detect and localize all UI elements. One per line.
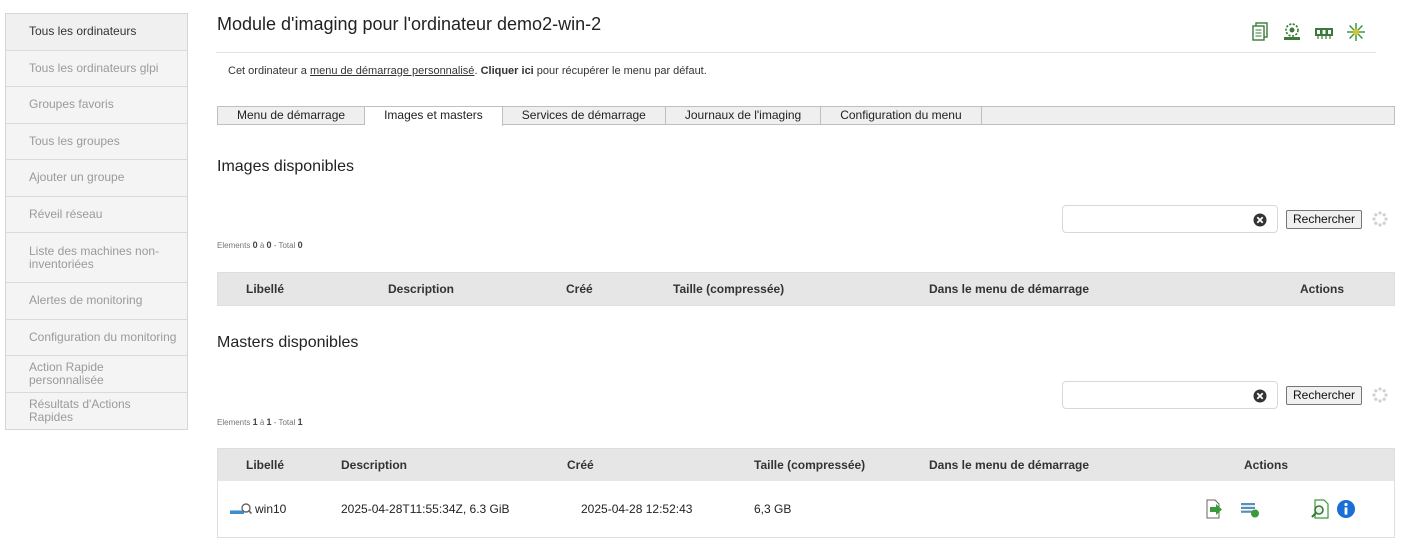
reset-menu-link[interactable]: Cliquer ici bbox=[481, 65, 534, 77]
tab-images-masters[interactable]: Images et masters bbox=[365, 107, 503, 126]
page-title: Module d'imaging pour l'ordinateur demo2… bbox=[217, 14, 602, 34]
col-created: Créé bbox=[566, 282, 593, 296]
images-search-button[interactable]: Rechercher bbox=[1286, 209, 1363, 229]
sidebar-item-all-computers[interactable]: Tous les ordinateurs bbox=[6, 14, 187, 51]
network-settings-icon[interactable] bbox=[1282, 22, 1302, 42]
col-description: Description bbox=[388, 282, 455, 296]
sidebar-item-label: Configuration du monitoring bbox=[29, 329, 177, 344]
sidebar-item-all-groups[interactable]: Tous les groupes bbox=[6, 124, 187, 160]
sidebar-item-monitoring-config[interactable]: Configuration du monitoring bbox=[6, 320, 187, 356]
sidebar: Tous les ordinateurs Tous les ordinateur… bbox=[5, 13, 188, 430]
col-size: Taille (compressée) bbox=[673, 282, 785, 296]
memory-icon[interactable] bbox=[1314, 22, 1334, 42]
sidebar-item-label: Résultats d'Actions Rapides bbox=[29, 396, 131, 424]
col-actions: Actions bbox=[1300, 282, 1345, 296]
masters-search: Rechercher bbox=[1062, 381, 1388, 409]
col-in-boot-menu: Dans le menu de démarrage bbox=[929, 458, 1090, 472]
master-disk-icon bbox=[230, 503, 252, 515]
imaging-spark-icon[interactable] bbox=[1346, 22, 1366, 42]
col-label: Libellé bbox=[246, 458, 285, 472]
view-details-icon[interactable] bbox=[1310, 499, 1330, 519]
sidebar-item-label: Ajouter un groupe bbox=[29, 170, 125, 185]
sidebar-item-quick-action-results[interactable]: Résultats d'Actions Rapides bbox=[6, 393, 187, 430]
sidebar-item-label: Action Rapide personnalisée bbox=[29, 359, 104, 387]
images-search: Rechercher bbox=[1062, 205, 1388, 233]
col-in-boot-menu: Dans le menu de démarrage bbox=[929, 282, 1090, 296]
loading-spinner-icon bbox=[1372, 387, 1388, 403]
sidebar-item-custom-quick-action[interactable]: Action Rapide personnalisée bbox=[6, 356, 187, 393]
sidebar-item-monitoring-alerts[interactable]: Alertes de monitoring bbox=[6, 283, 187, 320]
sidebar-item-wake-on-lan[interactable]: Réveil réseau bbox=[6, 197, 187, 233]
col-description: Description bbox=[341, 458, 408, 472]
masters-search-button[interactable]: Rechercher bbox=[1286, 385, 1363, 405]
col-size: Taille (compressée) bbox=[754, 458, 866, 472]
sidebar-item-label: Tous les groupes bbox=[29, 133, 120, 148]
tab-bar: Menu de démarrage Images et masters Serv… bbox=[217, 106, 1395, 126]
sidebar-item-label: Alertes de monitoring bbox=[29, 293, 143, 308]
master-created: 2025-04-28 12:52:43 bbox=[581, 502, 693, 516]
col-label: Libellé bbox=[246, 282, 285, 296]
sidebar-item-label: Réveil réseau bbox=[29, 206, 103, 221]
custom-menu-notice: Cet ordinateur a menu de démarrage perso… bbox=[228, 65, 707, 77]
sidebar-item-all-computers-glpi[interactable]: Tous les ordinateurs glpi bbox=[6, 51, 187, 87]
tab-menu-config[interactable]: Configuration du menu bbox=[821, 107, 982, 124]
master-label[interactable]: win10 bbox=[255, 481, 286, 537]
sidebar-item-label: Liste des machines non-inventoriées bbox=[29, 243, 160, 271]
clear-search-icon[interactable] bbox=[1253, 213, 1267, 227]
images-pagination-info: Elements 0 à 0 - Total 0 bbox=[217, 240, 303, 250]
sidebar-item-label: Tous les ordinateurs bbox=[29, 24, 137, 39]
masters-search-input[interactable] bbox=[1063, 382, 1243, 408]
images-table: Libellé Description Créé Taille (compres… bbox=[217, 272, 1395, 306]
add-to-boot-menu-icon[interactable] bbox=[1204, 499, 1224, 519]
main-content: Module d'imaging pour l'ordinateur demo2… bbox=[216, 0, 1396, 560]
masters-search-box bbox=[1062, 381, 1278, 409]
add-to-menu-list-icon[interactable] bbox=[1240, 499, 1260, 519]
table-header: Libellé Description Créé Taille (compres… bbox=[218, 273, 1394, 305]
images-search-input[interactable] bbox=[1063, 206, 1243, 232]
master-description: 2025-04-28T11:55:34Z, 6.3 GiB bbox=[341, 502, 510, 516]
sidebar-item-label: Tous les ordinateurs glpi bbox=[29, 60, 159, 75]
sidebar-item-uninventoried-machines[interactable]: Liste des machines non-inventoriées bbox=[6, 233, 187, 283]
table-row: win10 2025-04-28T11:55:34Z, 6.3 GiB 2025… bbox=[218, 481, 1394, 537]
tab-boot-services[interactable]: Services de démarrage bbox=[503, 107, 666, 124]
info-icon[interactable] bbox=[1336, 499, 1356, 519]
documents-icon[interactable] bbox=[1250, 22, 1270, 42]
tab-imaging-logs[interactable]: Journaux de l'imaging bbox=[666, 107, 822, 124]
masters-pagination-info: Elements 1 à 1 - Total 1 bbox=[217, 417, 303, 427]
tab-boot-menu[interactable]: Menu de démarrage bbox=[218, 107, 366, 124]
masters-table: Libellé Description Créé Taille (compres… bbox=[217, 448, 1395, 538]
masters-section-title: Masters disponibles bbox=[217, 334, 359, 351]
col-created: Créé bbox=[567, 458, 594, 472]
images-section-title: Images disponibles bbox=[217, 158, 354, 175]
col-actions: Actions bbox=[1244, 458, 1289, 472]
table-header: Libellé Description Créé Taille (compres… bbox=[218, 449, 1394, 481]
master-size: 6,3 GB bbox=[754, 502, 792, 516]
title-divider bbox=[216, 52, 1376, 53]
images-search-box bbox=[1062, 205, 1278, 233]
sidebar-item-favorite-groups[interactable]: Groupes favoris bbox=[6, 87, 187, 124]
loading-spinner-icon bbox=[1372, 211, 1388, 227]
clear-search-icon[interactable] bbox=[1253, 389, 1267, 403]
sidebar-item-add-group[interactable]: Ajouter un groupe bbox=[6, 160, 187, 197]
header-icons bbox=[1250, 22, 1366, 42]
sidebar-item-label: Groupes favoris bbox=[29, 97, 114, 112]
custom-menu-link[interactable]: menu de démarrage personnalisé bbox=[310, 65, 475, 77]
